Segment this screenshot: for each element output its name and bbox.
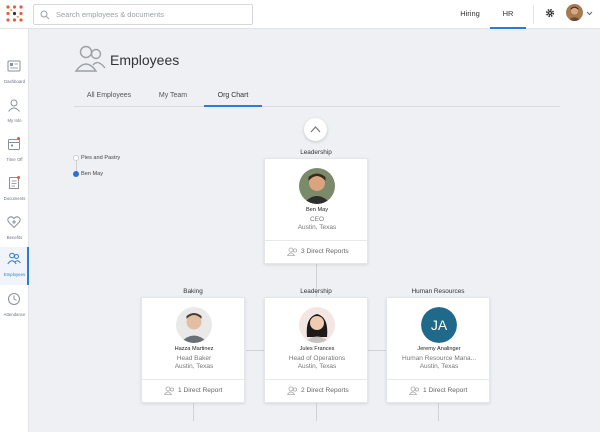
sidebar-item-label: Benefits — [6, 235, 23, 240]
search-icon — [40, 10, 50, 20]
employee-name: Jeremy Analinger — [417, 346, 461, 352]
gear-icon[interactable] — [545, 8, 555, 18]
employee-name: Jules Frances — [299, 346, 335, 352]
search-input[interactable] — [56, 7, 246, 22]
navigate-up-button[interactable] — [304, 118, 327, 141]
connector-line — [193, 403, 194, 421]
people-icon — [287, 247, 298, 256]
nav-hr[interactable]: HR — [490, 0, 526, 29]
tab-bar: All Employees My Team Org Chart — [74, 86, 560, 107]
sidebar-item-documents[interactable]: Documents — [0, 172, 29, 208]
divider — [533, 5, 534, 24]
user-avatar[interactable] — [566, 4, 583, 21]
notification-dot — [17, 176, 20, 179]
employee-name: Hazza Martinez — [174, 346, 214, 352]
tab-all-employees[interactable]: All Employees — [80, 86, 138, 106]
sidebar-item-attendance[interactable]: Attendance — [0, 288, 29, 324]
connector-line — [246, 350, 264, 351]
employee-location: Austin, Texas — [297, 224, 337, 231]
employee-photo — [299, 168, 335, 204]
group-label: Leadership — [300, 149, 332, 156]
direct-reports-footer[interactable]: 3 Direct Reports — [265, 240, 369, 265]
employees-icon — [74, 45, 106, 72]
connector-line — [316, 403, 317, 421]
employee-location: Austin, Texas — [297, 363, 337, 370]
employee-role: Head Baker — [176, 355, 212, 362]
employee-location: Austin, Texas — [174, 363, 214, 370]
sidebar-item-label: My Info — [7, 118, 22, 123]
employee-card-hazza-martinez[interactable]: Hazza Martinez Head Baker Austin, Texas … — [141, 297, 246, 404]
dashboard-icon — [7, 60, 21, 72]
employee-role: Human Resource Mana... — [401, 355, 477, 362]
sidebar-item-dashboard[interactable]: Dashboard — [0, 55, 29, 91]
people-icon — [7, 252, 21, 265]
employee-location: Austin, Texas — [419, 363, 459, 370]
group-label: Leadership — [300, 288, 332, 295]
employee-role: CEO — [309, 216, 325, 223]
group-label: Baking — [183, 288, 203, 295]
chevron-down-icon[interactable] — [586, 11, 593, 16]
employee-name: Ben May — [305, 207, 329, 213]
clock-icon — [8, 293, 20, 305]
employee-card-jules-frances[interactable]: Jules Frances Head of Operations Austin,… — [264, 297, 369, 404]
nav-hiring[interactable]: Hiring — [452, 0, 488, 29]
search-box[interactable] — [33, 4, 253, 25]
people-icon — [164, 386, 175, 395]
direct-reports-footer[interactable]: 1 Direct Report — [387, 379, 491, 404]
group-label: Human Resources — [411, 288, 465, 295]
trail-marker — [73, 155, 79, 161]
connector-line — [438, 403, 439, 421]
notification-dot — [17, 137, 20, 140]
connector-line — [368, 350, 386, 351]
trail-item-pies-and-pastry[interactable]: Pies and Pastry — [81, 155, 120, 161]
direct-reports-count: 3 Direct Reports — [301, 248, 349, 255]
people-icon — [287, 386, 298, 395]
sidebar-item-label: Documents — [3, 196, 26, 201]
employee-initials-avatar: JA — [421, 307, 457, 343]
employee-initials: JA — [421, 307, 457, 343]
top-bar: Hiring HR — [0, 0, 600, 29]
sidebar-item-my-info[interactable]: My Info — [0, 94, 29, 130]
direct-reports-count: 2 Direct Reports — [301, 387, 349, 394]
direct-reports-count: 1 Direct Report — [423, 387, 468, 394]
tab-org-chart[interactable]: Org Chart — [204, 86, 262, 107]
trail-marker-current — [73, 171, 79, 177]
sidebar-item-label: Dashboard — [3, 79, 26, 84]
person-icon — [8, 99, 20, 112]
direct-reports-footer[interactable]: 1 Direct Report — [142, 379, 246, 404]
employee-card-jeremy-analinger[interactable]: JA Jeremy Analinger Human Resource Mana.… — [386, 297, 491, 404]
sidebar-item-benefits[interactable]: Benefits — [0, 211, 29, 247]
sidebar: Dashboard My Info Time Off Documents Ben… — [0, 29, 29, 432]
sidebar-item-label: Employees — [3, 272, 26, 277]
heart-icon — [7, 216, 21, 229]
chevron-up-icon — [310, 126, 321, 133]
sidebar-item-label: Attendance — [3, 312, 26, 317]
sidebar-item-time-off[interactable]: Time Off — [0, 133, 29, 169]
page-title: Employees — [110, 52, 180, 68]
employee-photo — [176, 307, 212, 343]
sidebar-item-employees[interactable]: Employees — [0, 247, 29, 285]
trail-item-ben-may[interactable]: Ben May — [81, 171, 103, 177]
employee-role: Head of Operations — [288, 355, 346, 362]
people-icon — [409, 386, 420, 395]
sidebar-item-label: Time Off — [6, 157, 23, 162]
direct-reports-count: 1 Direct Report — [178, 387, 223, 394]
employee-photo — [299, 307, 335, 343]
company-logo[interactable] — [5, 4, 24, 23]
employee-card-ben-may[interactable]: Ben May CEO Austin, Texas 3 Direct Repor… — [264, 158, 369, 265]
direct-reports-footer[interactable]: 2 Direct Reports — [265, 379, 369, 404]
tab-my-team[interactable]: My Team — [150, 86, 196, 106]
